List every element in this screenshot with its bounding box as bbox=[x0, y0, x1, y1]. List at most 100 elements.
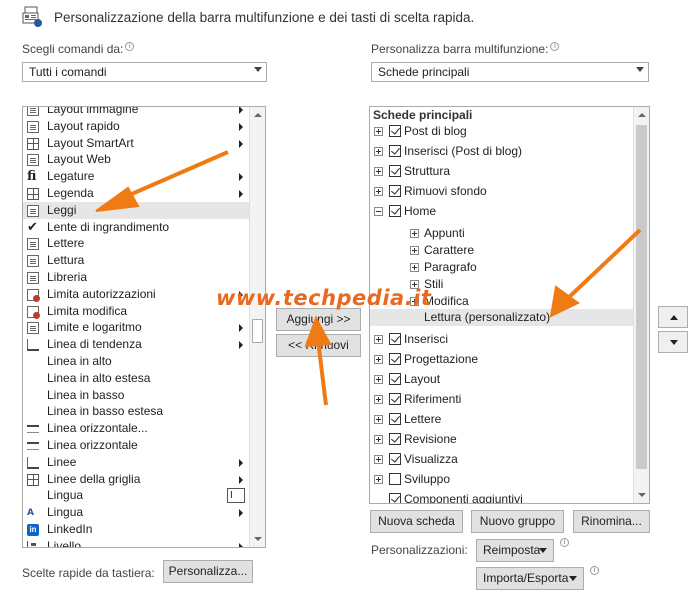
command-list-item[interactable]: fi Legature bbox=[23, 168, 249, 185]
tab-checkbox[interactable] bbox=[389, 493, 401, 503]
ribbon-tree-item[interactable]: Paragrafo bbox=[370, 259, 633, 276]
ribbon-tree-item[interactable]: Riferimenti bbox=[370, 389, 633, 409]
expand-icon[interactable] bbox=[374, 375, 383, 384]
tab-checkbox[interactable] bbox=[389, 413, 401, 425]
collapse-icon[interactable] bbox=[374, 207, 383, 216]
command-list-item[interactable]: Layout Web bbox=[23, 151, 249, 168]
command-list-item[interactable]: A Lingua bbox=[23, 504, 249, 521]
ribbon-tree[interactable]: Schede principali Post di blog Inserisci … bbox=[369, 106, 650, 504]
tab-checkbox[interactable] bbox=[389, 373, 401, 385]
command-list-item[interactable]: Layout rapido bbox=[23, 118, 249, 135]
command-list-item[interactable]: Limite e logaritmo bbox=[23, 319, 249, 336]
command-list-item[interactable]: Limita autorizzazioni bbox=[23, 286, 249, 303]
ribbon-tree-item[interactable]: Home bbox=[370, 201, 633, 221]
command-list-item[interactable]: in LinkedIn bbox=[23, 521, 249, 538]
expand-icon[interactable] bbox=[410, 263, 419, 272]
expand-icon[interactable] bbox=[374, 395, 383, 404]
expand-icon[interactable] bbox=[374, 335, 383, 344]
command-list-item[interactable]: Lettere bbox=[23, 235, 249, 252]
command-list-item[interactable]: Lettura bbox=[23, 252, 249, 269]
tab-checkbox[interactable] bbox=[389, 473, 401, 485]
move-up-button[interactable] bbox=[658, 306, 688, 328]
expand-icon[interactable] bbox=[374, 147, 383, 156]
tab-checkbox[interactable] bbox=[389, 185, 401, 197]
info-icon[interactable]: i bbox=[125, 42, 135, 51]
command-list-item[interactable]: Livello bbox=[23, 538, 249, 547]
commands-list-scrollbar[interactable] bbox=[249, 107, 265, 547]
ribbon-tree-item[interactable]: Inserisci (Post di blog) bbox=[370, 141, 633, 161]
tab-checkbox[interactable] bbox=[389, 353, 401, 365]
expand-icon[interactable] bbox=[374, 435, 383, 444]
command-list-item[interactable]: Linea di tendenza bbox=[23, 336, 249, 353]
scroll-up-icon[interactable] bbox=[250, 107, 265, 123]
scroll-down-icon[interactable] bbox=[634, 487, 649, 503]
scroll-up-icon[interactable] bbox=[634, 107, 649, 123]
ribbon-tree-item[interactable]: Rimuovi sfondo bbox=[370, 181, 633, 201]
tab-checkbox[interactable] bbox=[389, 453, 401, 465]
command-list-item[interactable]: Linea in alto bbox=[23, 353, 249, 370]
ribbon-tree-item[interactable]: Progettazione bbox=[370, 349, 633, 369]
command-list-item[interactable]: Linea in basso bbox=[23, 387, 249, 404]
command-list-item[interactable]: Linee della griglia bbox=[23, 471, 249, 488]
command-list-item[interactable]: Linea in alto estesa bbox=[23, 370, 249, 387]
expand-icon[interactable] bbox=[410, 280, 419, 289]
expand-icon[interactable] bbox=[374, 127, 383, 136]
ribbon-tree-item[interactable]: Stili bbox=[370, 276, 633, 293]
info-icon[interactable]: i bbox=[560, 538, 569, 547]
import-export-dropdown[interactable]: Importa/Esporta bbox=[476, 567, 584, 590]
tab-checkbox[interactable] bbox=[389, 333, 401, 345]
tab-checkbox[interactable] bbox=[389, 125, 401, 137]
ribbon-tree-item[interactable]: Inserisci bbox=[370, 329, 633, 349]
ribbon-tree-item[interactable]: Lettura (personalizzato) bbox=[370, 309, 633, 326]
info-icon[interactable]: i bbox=[590, 566, 599, 575]
expand-icon[interactable] bbox=[374, 455, 383, 464]
expand-icon[interactable] bbox=[374, 355, 383, 364]
ribbon-tree-item[interactable]: Modifica bbox=[370, 293, 633, 310]
tab-checkbox[interactable] bbox=[389, 145, 401, 157]
expand-icon[interactable] bbox=[374, 187, 383, 196]
language-picker-control[interactable]: I bbox=[227, 488, 245, 504]
tab-checkbox[interactable] bbox=[389, 165, 401, 177]
ribbon-tree-item[interactable]: Componenti aggiuntivi bbox=[370, 489, 633, 503]
expand-icon[interactable] bbox=[374, 167, 383, 176]
scroll-thumb[interactable] bbox=[252, 319, 263, 343]
commands-source-combo[interactable]: Tutti i comandi bbox=[22, 62, 267, 82]
command-list-item[interactable]: ✔ Lente di ingrandimento bbox=[23, 219, 249, 236]
command-list-item[interactable]: Linea orizzontale... bbox=[23, 420, 249, 437]
remove-button[interactable]: << Rimuovi bbox=[276, 334, 361, 357]
expand-icon[interactable] bbox=[410, 297, 419, 306]
rename-button[interactable]: Rinomina... bbox=[573, 510, 650, 533]
ribbon-tabs-combo[interactable]: Schede principali bbox=[371, 62, 649, 82]
ribbon-tree-item[interactable]: Struttura bbox=[370, 161, 633, 181]
commands-list[interactable]: Layout immagine Layout rapido Layout Smart… bbox=[22, 106, 266, 548]
scroll-down-icon[interactable] bbox=[250, 531, 265, 547]
command-list-item[interactable]: Linee bbox=[23, 454, 249, 471]
scroll-thumb[interactable] bbox=[636, 125, 647, 469]
ribbon-tree-item[interactable]: Carattere bbox=[370, 242, 633, 259]
command-list-item[interactable]: Layout immagine bbox=[23, 107, 249, 118]
ribbon-tree-item[interactable]: Post di blog bbox=[370, 121, 633, 141]
expand-icon[interactable] bbox=[410, 229, 419, 238]
customize-shortcuts-button[interactable]: Personalizza... bbox=[163, 560, 253, 583]
ribbon-tree-item[interactable]: Lettere bbox=[370, 409, 633, 429]
new-tab-button[interactable]: Nuova scheda bbox=[370, 510, 463, 533]
ribbon-tree-item[interactable]: Sviluppo bbox=[370, 469, 633, 489]
tab-checkbox[interactable] bbox=[389, 393, 401, 405]
ribbon-tree-item[interactable]: Layout bbox=[370, 369, 633, 389]
new-group-button[interactable]: Nuovo gruppo bbox=[471, 510, 564, 533]
ribbon-tree-item[interactable]: Appunti bbox=[370, 225, 633, 242]
command-list-item[interactable]: Linea orizzontale bbox=[23, 437, 249, 454]
expand-icon[interactable] bbox=[374, 475, 383, 484]
command-list-item[interactable]: Lingua bbox=[23, 487, 249, 504]
ribbon-tree-scrollbar[interactable] bbox=[633, 107, 649, 503]
command-list-item[interactable]: Leggi bbox=[23, 201, 249, 219]
command-list-item[interactable]: Libreria bbox=[23, 269, 249, 286]
add-button[interactable]: Aggiungi >> bbox=[276, 308, 361, 331]
command-list-item[interactable]: Layout SmartArt bbox=[23, 135, 249, 152]
info-icon[interactable]: i bbox=[550, 42, 560, 51]
expand-icon[interactable] bbox=[410, 246, 419, 255]
tab-checkbox[interactable] bbox=[389, 433, 401, 445]
command-list-item[interactable]: Limita modifica bbox=[23, 303, 249, 320]
reset-dropdown[interactable]: Reimposta bbox=[476, 539, 554, 562]
tab-checkbox[interactable] bbox=[389, 205, 401, 217]
